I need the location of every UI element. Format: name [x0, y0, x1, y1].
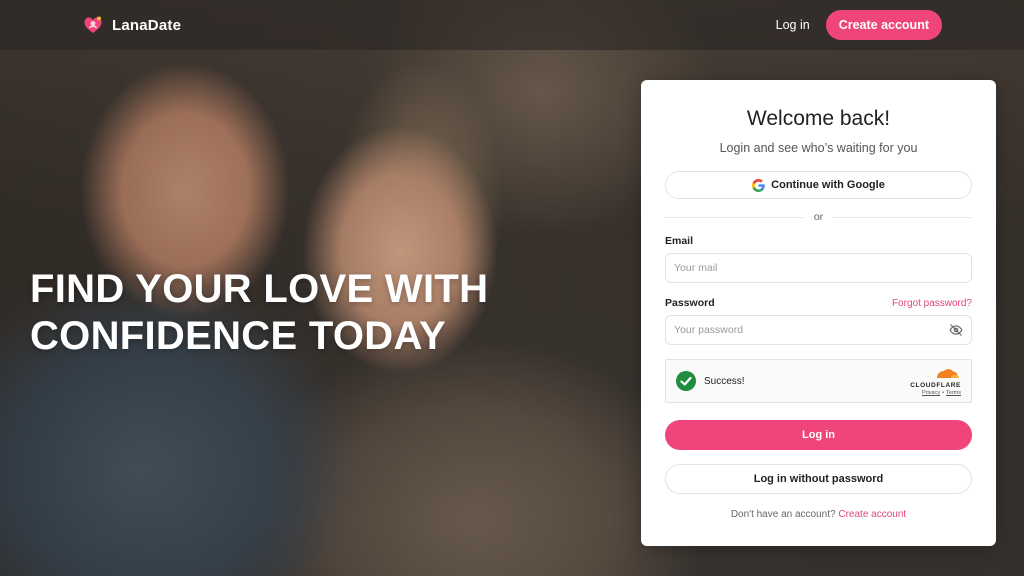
hero-headline-line2: CONFIDENCE TODAY [30, 314, 446, 358]
password-label: Password [665, 297, 715, 309]
header-create-account-button[interactable]: Create account [825, 10, 942, 40]
brand[interactable]: LanaDate [82, 14, 181, 36]
email-field-group: Email [665, 235, 972, 283]
heart-logo-icon [82, 14, 104, 36]
email-input-wrapper [665, 253, 972, 283]
signup-prompt-text: Don't have an account? [730, 509, 836, 520]
password-input[interactable] [674, 324, 949, 336]
cloudflare-cloud-icon [911, 366, 961, 382]
or-divider: or [665, 211, 972, 223]
header-login-link[interactable]: Log in [776, 18, 810, 32]
login-submit-button[interactable]: Log in [665, 420, 972, 450]
cloudflare-terms-link[interactable]: Terms [946, 390, 961, 396]
signup-prompt-row: Don't have an account? Create account [665, 509, 972, 520]
success-check-icon [676, 371, 696, 391]
cloudflare-privacy-link[interactable]: Privacy [922, 390, 940, 396]
hero-headline: FIND YOUR LOVE WITH CONFIDENCE TODAY [30, 266, 570, 360]
login-title: Welcome back! [746, 107, 891, 130]
password-input-wrapper [665, 315, 972, 345]
google-icon [752, 178, 765, 192]
header-actions: Log in Create account [776, 10, 942, 40]
hero-headline-line1: FIND YOUR LOVE WITH [30, 267, 489, 311]
password-field-group: Password Forgot password? [665, 297, 972, 345]
cloudflare-link-separator: • [942, 390, 945, 396]
signup-create-account-link[interactable]: Create account [838, 509, 906, 520]
cloudflare-branding: CLOUDFLARE Privacy • Terms [910, 366, 961, 396]
top-navigation-bar: LanaDate Log in Create account [0, 0, 1024, 50]
continue-with-google-button[interactable]: Continue with Google [665, 171, 972, 199]
cloudflare-turnstile-widget[interactable]: Success! CLOUDFLARE Privacy • Terms [665, 359, 972, 403]
cloudflare-wordmark: CLOUDFLARE [910, 382, 961, 389]
email-label: Email [665, 235, 694, 247]
forgot-password-link[interactable]: Forgot password? [892, 298, 972, 309]
google-button-label: Continue with Google [771, 179, 885, 191]
email-input[interactable] [674, 262, 963, 274]
captcha-status-text: Success! [704, 375, 745, 387]
divider-text: or [813, 211, 824, 223]
brand-name: LanaDate [112, 16, 182, 34]
cloudflare-links: Privacy • Terms [922, 390, 961, 396]
divider-line-left [665, 216, 804, 218]
login-without-password-button[interactable]: Log in without password [665, 464, 972, 494]
login-subtitle: Login and see who’s waiting for you [719, 141, 918, 155]
divider-line-right [833, 216, 972, 218]
email-label-row: Email [665, 235, 972, 247]
eye-slash-icon[interactable] [949, 323, 963, 337]
password-label-row: Password Forgot password? [665, 297, 972, 309]
captcha-status: Success! [676, 371, 745, 391]
login-card: Welcome back! Login and see who’s waitin… [641, 80, 996, 546]
